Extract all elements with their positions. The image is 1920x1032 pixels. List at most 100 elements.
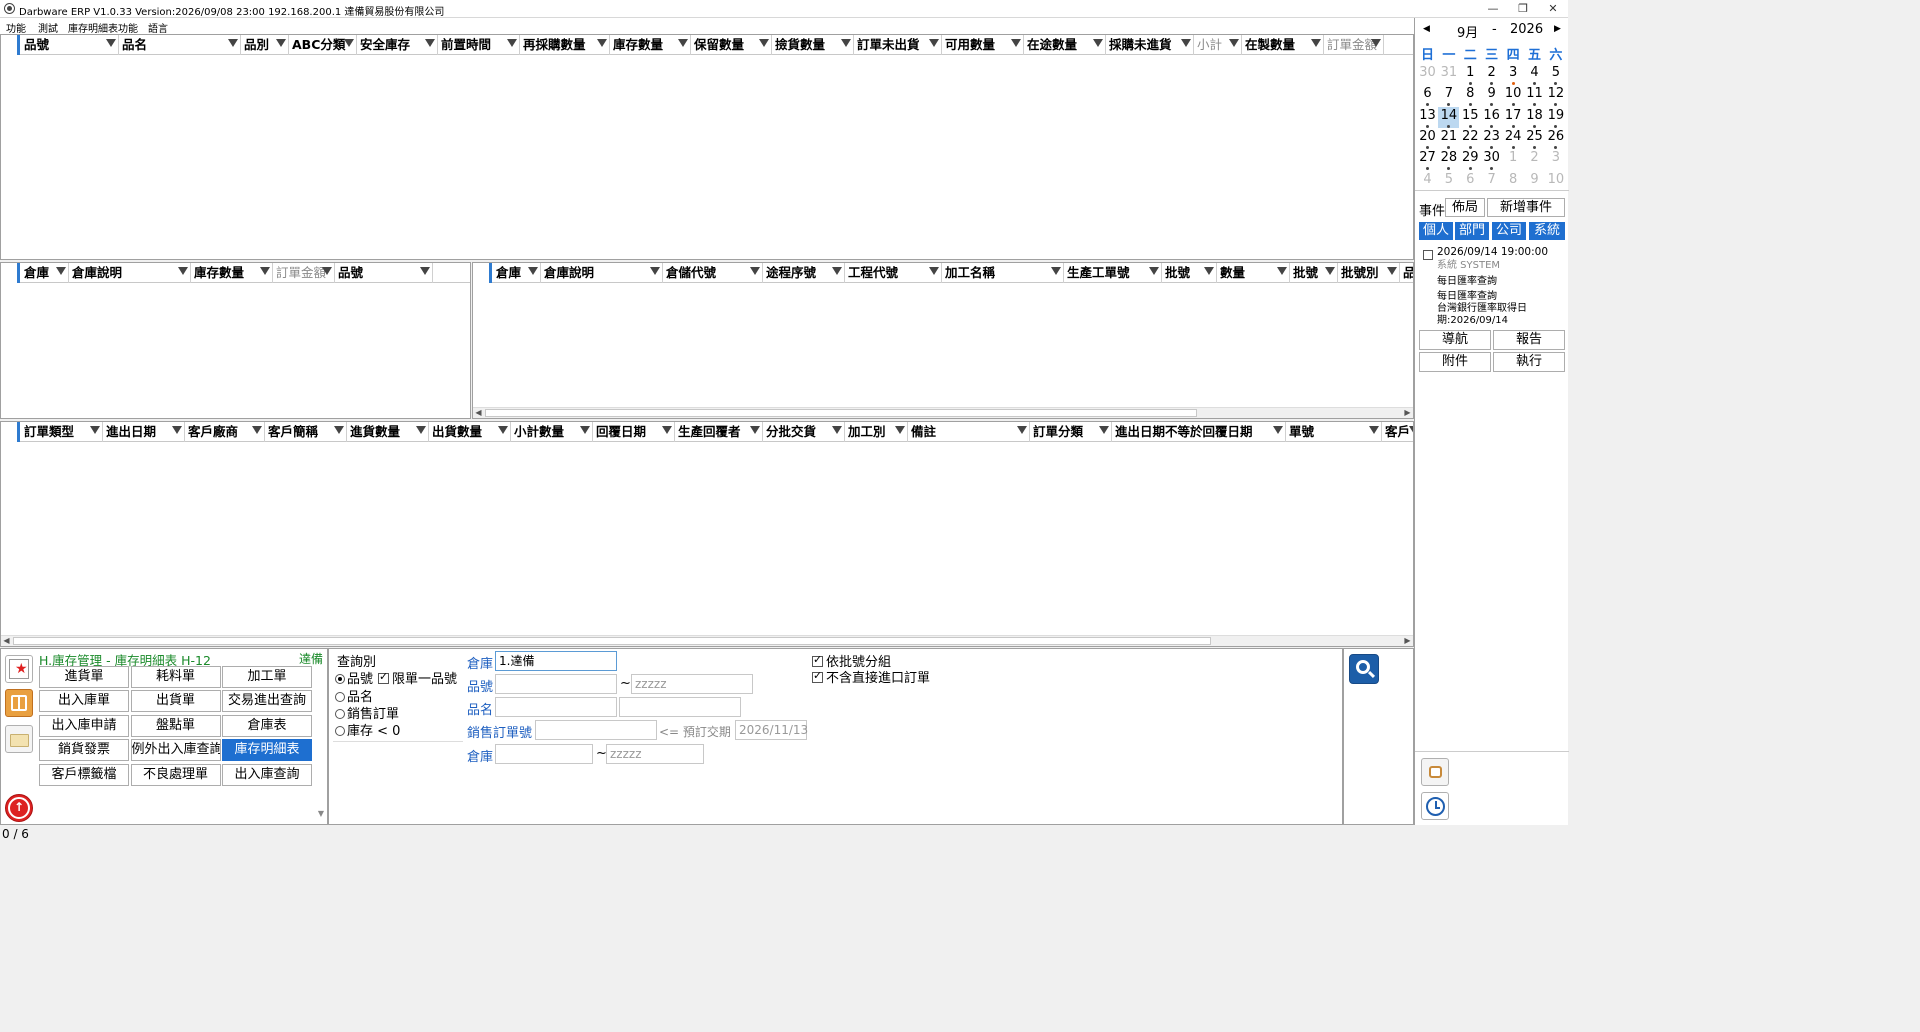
calendar-day[interactable]: 3 <box>1545 149 1566 170</box>
item-no-to-input[interactable]: zzzzz <box>631 674 753 694</box>
item-name-extra-input[interactable] <box>619 697 741 717</box>
function-button[interactable]: 例外出入庫查詢 <box>130 739 221 762</box>
robot-icon[interactable] <box>1421 758 1449 786</box>
warehouse2-from-input[interactable] <box>495 744 593 764</box>
attachment-button[interactable]: 附件 <box>1419 352 1491 372</box>
filter-icon[interactable] <box>322 267 332 275</box>
favorite-icon[interactable]: ★ <box>5 655 33 683</box>
calendar-day[interactable]: 6 <box>1417 85 1438 107</box>
calendar-day[interactable]: 8 <box>1503 171 1524 192</box>
column-header[interactable]: 訂單未出貨 <box>854 35 942 55</box>
filter-icon[interactable] <box>416 426 426 434</box>
function-button[interactable]: 耗料單 <box>130 666 221 688</box>
filter-icon[interactable] <box>759 39 769 47</box>
navigate-button[interactable]: 導航 <box>1419 330 1491 350</box>
column-header[interactable]: 倉儲代號 <box>663 263 763 283</box>
column-header[interactable]: 品號 <box>21 35 119 55</box>
column-header[interactable]: 訂單類型 <box>21 422 103 442</box>
filter-icon[interactable] <box>929 39 939 47</box>
folder-icon[interactable] <box>5 725 33 753</box>
calendar-day[interactable]: 1 <box>1460 64 1481 85</box>
filter-icon[interactable] <box>580 426 590 434</box>
filter-icon[interactable] <box>1017 426 1027 434</box>
calendar-day[interactable]: 28 <box>1438 149 1459 171</box>
calendar-month[interactable]: 9月 <box>1457 22 1478 41</box>
calendar-day[interactable]: 29 <box>1460 149 1481 171</box>
calendar-day[interactable]: 30 <box>1417 64 1438 85</box>
restore-icon[interactable]: ❐ <box>1508 0 1538 18</box>
column-header[interactable]: 批號別 <box>1338 263 1400 283</box>
column-header[interactable]: 分批交貨 <box>763 422 845 442</box>
filter-icon[interactable] <box>597 39 607 47</box>
filter-icon[interactable] <box>1099 426 1109 434</box>
calendar-day[interactable]: 4 <box>1417 171 1438 192</box>
function-button[interactable]: 客戶標籤檔 <box>39 763 129 786</box>
calendar-day[interactable]: 15 <box>1460 107 1481 128</box>
scroll-left-icon[interactable]: ◀ <box>473 408 484 418</box>
function-button[interactable]: 出入庫申請 <box>39 714 129 737</box>
filter-icon[interactable] <box>662 426 672 434</box>
column-header[interactable]: 可用數量 <box>942 35 1024 55</box>
due-date-input[interactable]: 2026/11/13 <box>735 720 808 740</box>
clock-icon[interactable] <box>1421 792 1449 820</box>
calendar-day[interactable]: 10 <box>1503 85 1524 107</box>
tab-personal[interactable]: 個人 <box>1419 222 1453 240</box>
radio-stock-negative[interactable]: 庫存 < 0 <box>335 720 400 739</box>
column-header[interactable]: 回覆日期 <box>593 422 675 442</box>
calendar-day[interactable]: 9 <box>1481 85 1502 107</box>
calendar-day[interactable]: 5 <box>1545 64 1566 85</box>
filter-icon[interactable] <box>252 426 262 434</box>
execute-button[interactable]: 執行 <box>1493 352 1565 372</box>
filter-icon[interactable] <box>1369 426 1379 434</box>
exclude-direct-import-checkbox[interactable]: 不含直接進口訂單 <box>812 667 930 686</box>
column-header[interactable]: 工程代號 <box>845 263 942 283</box>
column-header[interactable]: 撿貨數量 <box>772 35 854 55</box>
column-header[interactable]: 加工別 <box>845 422 908 442</box>
column-header[interactable]: 小計數量 <box>511 422 593 442</box>
column-header[interactable]: 倉庫 <box>493 263 541 283</box>
column-header[interactable]: 在途數量 <box>1024 35 1106 55</box>
column-header[interactable]: 品名 <box>119 35 241 55</box>
column-header[interactable]: 倉庫說明 <box>541 263 663 283</box>
transaction-grid-scrollbar[interactable]: ◀ ▶ <box>1 635 1413 646</box>
scroll-right-icon[interactable]: ▶ <box>1402 636 1413 646</box>
function-button[interactable]: 進貨單 <box>39 666 129 688</box>
filter-icon[interactable] <box>1181 39 1191 47</box>
minimize-icon[interactable]: — <box>1478 0 1508 18</box>
column-header[interactable]: 生產回覆者 <box>675 422 763 442</box>
calendar-day[interactable]: 14 <box>1438 106 1460 128</box>
filter-icon[interactable] <box>260 267 270 275</box>
column-header[interactable]: 備註 <box>908 422 1030 442</box>
filter-icon[interactable] <box>178 267 188 275</box>
calendar-day[interactable]: 26 <box>1545 128 1566 149</box>
filter-icon[interactable] <box>228 39 238 47</box>
filter-icon[interactable] <box>1325 267 1335 275</box>
calendar-day[interactable]: 8 <box>1460 85 1481 107</box>
lot-grid[interactable]: 倉庫 倉庫說明 倉儲代號 途程序號 工程代號 加工名稱 生產工單號 批號 數量 批號 批號別 品 ◀ … <box>472 262 1414 419</box>
filter-icon[interactable] <box>832 426 842 434</box>
function-button[interactable]: 不良處理單 <box>130 763 221 786</box>
calendar-day[interactable]: 20 <box>1417 128 1438 149</box>
column-header[interactable]: ABC分類 <box>289 35 357 55</box>
column-header[interactable]: 再採購數量 <box>520 35 610 55</box>
filter-icon[interactable] <box>650 267 660 275</box>
warehouse-input[interactable]: 1.達備 <box>495 651 617 671</box>
column-header[interactable]: 在製數量 <box>1242 35 1324 55</box>
calendar-day[interactable]: 7 <box>1438 85 1459 107</box>
column-header[interactable]: 批號 <box>1290 263 1338 283</box>
column-header[interactable]: 出貨數量 <box>429 422 511 442</box>
event-item[interactable]: 2026/09/14 19:00:00 系統 SYSTEM 每日匯率查詢 每日匯… <box>1419 246 1565 328</box>
calendar-day[interactable]: 19 <box>1545 107 1566 128</box>
column-header[interactable]: 進出日期不等於回覆日期 <box>1112 422 1286 442</box>
column-header[interactable]: 客戶 <box>1382 422 1413 442</box>
column-header[interactable]: 進出日期 <box>103 422 185 442</box>
filter-icon[interactable] <box>1149 267 1159 275</box>
single-item-checkbox[interactable]: 限單一品號 <box>378 668 457 687</box>
prev-month-icon[interactable]: ◀ <box>1423 24 1430 34</box>
radio-item-no[interactable]: 品號 <box>335 668 373 687</box>
calendar-year[interactable]: 2026 <box>1510 22 1543 37</box>
filter-icon[interactable] <box>929 267 939 275</box>
filter-icon[interactable] <box>498 426 508 434</box>
gift-icon[interactable] <box>5 689 33 717</box>
column-header[interactable]: 前置時間 <box>438 35 520 55</box>
